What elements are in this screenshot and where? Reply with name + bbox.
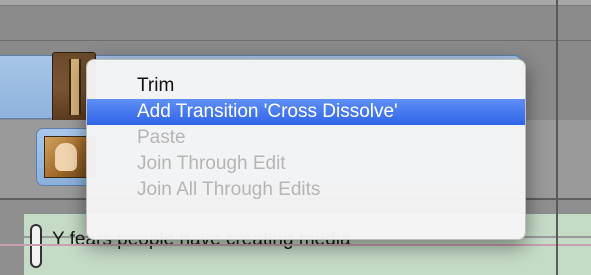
context-menu: Trim Add Transition 'Cross Dissolve' Pas… <box>86 59 526 240</box>
menu-item-add-transition[interactable]: Add Transition 'Cross Dissolve' <box>87 99 525 125</box>
title-clip-guide-line <box>0 244 591 246</box>
menu-item-join-through-edit: Join Through Edit <box>137 153 286 174</box>
timeline-top-strip <box>0 0 591 41</box>
title-clip-handle[interactable] <box>30 224 42 268</box>
playhead-line[interactable] <box>556 0 558 275</box>
timeline-ruler[interactable] <box>0 0 591 6</box>
menu-item-join-all-through-edits: Join All Through Edits <box>137 179 321 200</box>
menu-item-paste: Paste <box>137 127 186 148</box>
menu-item-trim[interactable]: Trim <box>87 73 525 99</box>
